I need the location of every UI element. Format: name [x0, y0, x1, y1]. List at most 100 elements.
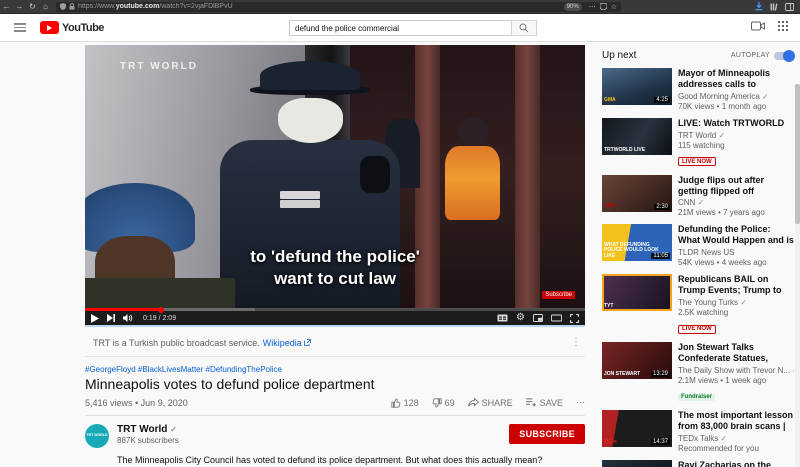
- live-badge: LIVE NOW: [678, 325, 716, 334]
- up-next-video[interactable]: JON STEWART13:29Jon Stewart Talks Confed…: [602, 342, 794, 403]
- browser-toolbar: ← → ↻ ⌂ https://www.youtube.com/watch?v=…: [0, 0, 800, 14]
- forward-button[interactable]: →: [13, 2, 26, 11]
- fullscreen-icon[interactable]: [570, 314, 579, 323]
- video-thumbnail[interactable]: 11:22: [602, 460, 672, 467]
- apps-grid-icon[interactable]: [778, 21, 788, 31]
- video-thumbnail[interactable]: CNN2:30: [602, 175, 672, 212]
- guide-menu-icon[interactable]: [14, 21, 26, 34]
- time-display: 0:19 / 2:09: [143, 315, 176, 322]
- video-title: Judge flips out after getting flipped of…: [678, 175, 794, 197]
- save-button[interactable]: SAVE: [526, 398, 563, 408]
- thumbnail-label: TYT: [604, 304, 613, 310]
- verified-icon: ✓: [716, 131, 725, 140]
- video-thumbnail[interactable]: JON STEWART13:29: [602, 342, 672, 379]
- up-next-video[interactable]: WHAT DEFUNDING POLICE WOULD LOOK LIKE11:…: [602, 224, 794, 267]
- youtube-masthead: YouTube: [0, 14, 800, 42]
- views-and-date: 5,416 views • Jun 9, 2020: [85, 398, 188, 408]
- youtube-logo[interactable]: YouTube: [40, 21, 104, 34]
- permissions-shield-icon[interactable]: [600, 3, 607, 10]
- url-bar[interactable]: https://www.youtube.com/watch?v=2vjaFDlB…: [56, 2, 621, 12]
- channel-name: CNN ✓: [678, 198, 794, 207]
- title-hashtags[interactable]: #GeorgeFloyd #BlackLivesMatter #Defundin…: [85, 365, 585, 374]
- sidebar-toggle-icon[interactable]: [785, 3, 794, 11]
- trt-world-watermark: TRT WORLD: [120, 61, 198, 72]
- page-scrollbar[interactable]: [795, 84, 800, 467]
- video-thumbnail[interactable]: WHAT DEFUNDING POLICE WOULD LOOK LIKE11:…: [602, 224, 672, 261]
- captions-icon[interactable]: [497, 314, 508, 322]
- theater-mode-icon[interactable]: [551, 314, 562, 322]
- downloads-icon[interactable]: [755, 2, 763, 11]
- play-button[interactable]: [91, 314, 99, 323]
- up-next-sidebar: Up next AUTOPLAY GMA4:25Mayor of Minneap…: [602, 50, 794, 467]
- thumbnail-label: GMA: [604, 98, 616, 104]
- video-meta: 2.1M views • 1 week ago: [678, 376, 794, 385]
- video-info: Republicans BAIL on Trump Events; Trump …: [678, 274, 794, 335]
- lock-icon: [69, 3, 75, 10]
- scene-officer-face-mask: [278, 98, 343, 143]
- video-title: Republicans BAIL on Trump Events; Trump …: [678, 274, 794, 296]
- video-info: Jon Stewart Talks Confederate Statues, C…: [678, 342, 794, 403]
- live-badge: LIVE NOW: [678, 157, 716, 166]
- dislike-button[interactable]: 69: [432, 398, 455, 408]
- up-next-list: GMA4:25Mayor of Minneapolis addresses ca…: [602, 68, 794, 467]
- video-frame[interactable]: TRT WORLD to 'defund the police' want to…: [85, 45, 585, 310]
- search-input[interactable]: [289, 20, 511, 36]
- player-controls: 0:19 / 2:09 ⚙: [85, 308, 585, 325]
- volume-icon[interactable]: [123, 314, 133, 322]
- thumbnail-label: JON STEWART: [604, 372, 640, 378]
- up-next-video[interactable]: TRTWORLD LIVELIVE: Watch TRTWORLDTRT Wor…: [602, 118, 794, 168]
- miniplayer-icon[interactable]: [533, 314, 543, 322]
- search-button[interactable]: [511, 20, 537, 36]
- video-title: Minneapolis votes to defund police depar…: [85, 376, 585, 392]
- channel-name[interactable]: TRT World: [117, 424, 167, 435]
- channel-avatar[interactable]: TRT WORLD: [85, 424, 109, 448]
- video-thumbnail[interactable]: GMA 4:25: [602, 68, 672, 105]
- zoom-level-indicator[interactable]: 90%: [564, 3, 582, 11]
- verified-icon: ✓: [760, 92, 769, 101]
- up-next-video[interactable]: GMA4:25Mayor of Minneapolis addresses ca…: [602, 68, 794, 111]
- notice-menu-icon[interactable]: ⋮: [571, 337, 583, 348]
- verified-icon: ✓: [718, 434, 727, 443]
- autoplay-toggle[interactable]: [774, 52, 794, 60]
- video-meta: Recommended for you: [678, 444, 794, 453]
- video-player[interactable]: TRT WORLD to 'defund the police' want to…: [85, 45, 585, 327]
- create-video-icon[interactable]: [751, 21, 765, 31]
- up-next-video[interactable]: CNN2:30 Judge flips out after getting fli…: [602, 175, 794, 218]
- page-actions-icon[interactable]: ⋯: [589, 3, 596, 11]
- share-button[interactable]: SHARE: [468, 398, 513, 408]
- youtube-watch-page: ← → ↻ ⌂ https://www.youtube.com/watch?v=…: [0, 0, 800, 467]
- video-title: Defunding the Police: What Would Happen …: [678, 224, 794, 246]
- more-actions-icon[interactable]: ⋯: [576, 397, 585, 408]
- wikipedia-link[interactable]: Wikipedia: [263, 338, 302, 348]
- share-icon: [468, 398, 479, 407]
- up-next-heading: Up next: [602, 50, 636, 61]
- scene-worker-orange-vest: [445, 146, 500, 220]
- video-title: Ravi Zacharias on the Christian View of …: [678, 460, 794, 467]
- video-thumbnail[interactable]: TRTWORLD LIVE: [602, 118, 672, 155]
- channel-name: The Young Turks ✓: [678, 298, 794, 307]
- video-captions: to 'defund the police' want to cut law: [85, 246, 585, 289]
- youtube-wordmark: YouTube: [62, 22, 104, 34]
- playlist-add-icon: [526, 398, 537, 407]
- subscribe-button[interactable]: SUBSCRIBE: [509, 424, 585, 444]
- up-next-video[interactable]: 11:22 Ravi Zacharias on the Christian Vie…: [602, 460, 794, 467]
- home-button[interactable]: ⌂: [39, 2, 52, 11]
- up-next-video[interactable]: TYT Republicans BAIL on Trump Events; Tru…: [602, 274, 794, 335]
- video-thumbnail[interactable]: TEDx14:37: [602, 410, 672, 447]
- duration-badge: 4:25: [654, 97, 670, 103]
- bookmark-star-icon[interactable]: ☆: [611, 3, 617, 11]
- fundraiser-badge: Fundraiser: [678, 394, 715, 401]
- subscribe-watermark[interactable]: Subscribe: [542, 291, 575, 299]
- up-next-video[interactable]: TEDx14:37The most important lesson from …: [602, 410, 794, 453]
- like-button[interactable]: 128: [391, 398, 419, 408]
- reload-button[interactable]: ↻: [26, 2, 39, 11]
- channel-name: TEDx Talks ✓: [678, 434, 794, 443]
- library-icon[interactable]: [770, 3, 778, 11]
- tracking-shield-icon[interactable]: [60, 3, 66, 10]
- video-description: The Minneapolis City Council has voted t…: [117, 454, 585, 467]
- autoplay-label: AUTOPLAY: [731, 52, 770, 59]
- settings-gear-icon[interactable]: ⚙: [516, 313, 525, 323]
- next-button[interactable]: [107, 314, 115, 322]
- back-button[interactable]: ←: [0, 2, 13, 11]
- video-thumbnail[interactable]: TYT: [602, 274, 672, 311]
